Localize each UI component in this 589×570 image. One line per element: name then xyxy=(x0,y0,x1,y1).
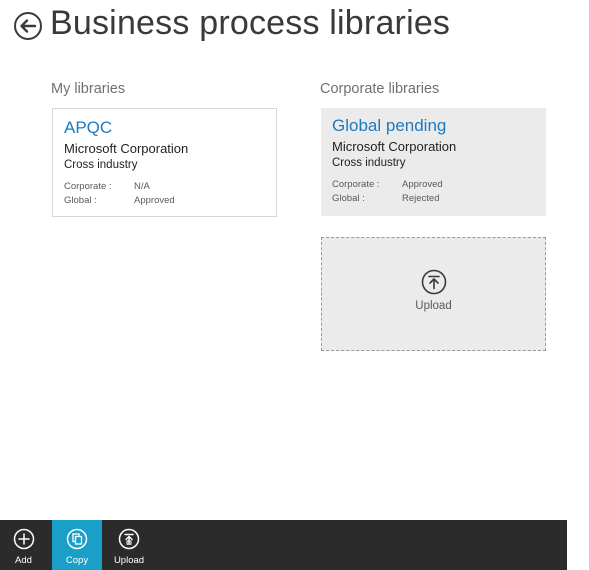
global-status-value: Rejected xyxy=(402,193,440,204)
corporate-libraries-heading: Corporate libraries xyxy=(320,81,440,97)
library-organization: Microsoft Corporation xyxy=(332,139,457,154)
upload-arrow-icon xyxy=(421,269,447,295)
page-title: Business process libraries xyxy=(50,4,451,42)
library-title: Global pending xyxy=(332,116,447,135)
corporate-status-value: N/A xyxy=(134,181,150,192)
library-status: Corporate : N/A Global : Approved xyxy=(64,180,276,208)
library-tile-apqc[interactable]: APQC Microsoft Corporation Cross industr… xyxy=(52,108,277,217)
back-arrow-icon xyxy=(14,12,42,40)
library-status: Corporate : Approved Global : Rejected xyxy=(332,178,546,206)
corporate-status-value: Approved xyxy=(402,179,443,190)
global-status-row: Global : Rejected xyxy=(332,192,546,206)
library-industry: Cross industry xyxy=(332,157,406,169)
corporate-status-label: Corporate : xyxy=(64,181,112,192)
upload-tile[interactable]: Upload xyxy=(321,237,546,351)
global-status-row: Global : Approved xyxy=(64,194,276,208)
add-circle-icon xyxy=(13,528,34,550)
my-libraries-heading: My libraries xyxy=(51,81,126,97)
back-button[interactable] xyxy=(13,11,43,41)
global-status-label: Global : xyxy=(64,195,97,206)
upload-button[interactable]: Upload xyxy=(104,520,154,570)
app-bar: Add Copy Upload xyxy=(0,520,567,570)
add-button-label: Add xyxy=(15,555,32,566)
library-title: APQC xyxy=(64,118,113,137)
copy-button[interactable]: Copy xyxy=(52,520,102,570)
library-tile-global-pending[interactable]: Global pending Microsoft Corporation Cro… xyxy=(321,108,546,216)
upload-tile-label: Upload xyxy=(415,300,452,312)
global-status-label: Global : xyxy=(332,193,365,204)
app-bar-gap xyxy=(567,520,589,570)
corporate-status-row: Corporate : Approved xyxy=(332,178,546,192)
add-button[interactable]: Add xyxy=(0,520,47,570)
upload-button-label: Upload xyxy=(113,555,145,566)
copy-icon xyxy=(66,528,88,550)
library-organization: Microsoft Corporation xyxy=(64,141,189,156)
corporate-status-row: Corporate : N/A xyxy=(64,180,276,194)
copy-button-label: Copy xyxy=(65,555,89,566)
upload-icon xyxy=(118,528,140,550)
global-status-value: Approved xyxy=(134,195,175,206)
library-industry: Cross industry xyxy=(64,159,138,171)
corporate-status-label: Corporate : xyxy=(332,179,380,190)
